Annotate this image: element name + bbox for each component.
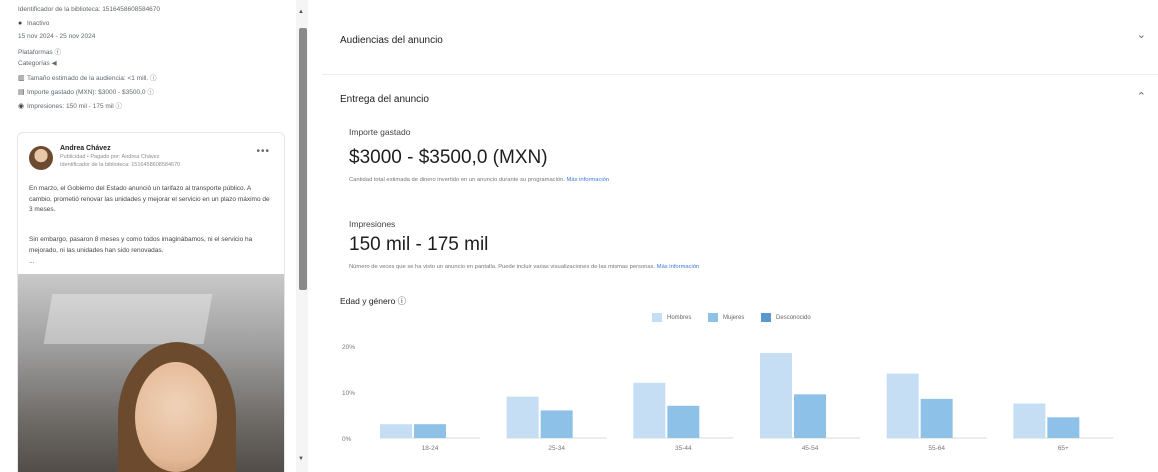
bar-hombres-18-24[interactable]	[380, 424, 412, 438]
ad-body-ellipsis: ...	[29, 258, 35, 265]
impressions-text: Impresiones: 150 mil - 175 mil	[27, 103, 114, 110]
sponsored-label: Publicidad • Pagado por: Andrea Chávez	[60, 154, 160, 160]
bar-mujeres-25-34[interactable]	[540, 410, 573, 438]
bar-hombres-35-44[interactable]	[633, 382, 666, 438]
impressions-desc-text: Número de veces que se ha visto un anunc…	[349, 264, 656, 270]
x-tick-label: 35-44	[675, 445, 692, 452]
bar-mujeres-45-54[interactable]	[794, 394, 826, 438]
amount-spent-desc-text: Cantidad total estimada de dinero invert…	[349, 177, 565, 183]
info-icon[interactable]: ⓘ	[116, 103, 123, 110]
audience-size-text: Tamaño estimado de la audiencia: <1 mill…	[27, 75, 149, 82]
money-icon: ▤	[18, 89, 25, 96]
ad-body-paragraph-2: Sin embargo, pasaron 8 meses y como todo…	[29, 236, 253, 254]
status-row: ● Inactivo	[18, 20, 49, 27]
more-options-icon[interactable]: •••	[256, 146, 270, 157]
amount-spent-label: Importe gastado	[349, 127, 411, 137]
platform-facebook-icon: ⓕ	[54, 49, 62, 56]
eye-icon: ◉	[18, 103, 25, 110]
categories-label: Categorías	[18, 60, 50, 67]
more-info-link[interactable]: Más información	[567, 177, 610, 183]
scroll-down-arrow-icon[interactable]: ▼	[298, 456, 304, 462]
age-gender-title-text: Edad y género	[340, 296, 396, 306]
bar-hombres-65+[interactable]	[1013, 403, 1046, 439]
x-tick-label: 25-34	[548, 445, 565, 452]
impressions-row: ◉ Impresiones: 150 mil - 175 mil ⓘ	[18, 100, 122, 110]
bar-mujeres-55-64[interactable]	[920, 398, 953, 438]
bar-hombres-25-34[interactable]	[506, 396, 539, 438]
impressions-description: Número de veces que se ha visto un anunc…	[349, 264, 699, 270]
y-tick-label: 20%	[342, 344, 355, 351]
ad-details-panel: Audiencias del anuncio ⌄ Entrega del anu…	[322, 0, 1158, 472]
legend-item-mujeres[interactable]: Mujeres	[708, 313, 744, 322]
delivery-title: Entrega del anuncio	[340, 94, 429, 105]
people-icon: ▥	[18, 75, 25, 82]
y-tick-label: 0%	[342, 436, 352, 443]
ad-library-id: Identificador de la biblioteca: 15164586…	[60, 162, 181, 168]
amount-spent-row: ▤ Importe gastado (MXN): $3000 - $3500,0 …	[18, 86, 154, 96]
person-face	[135, 362, 217, 472]
x-tick-label: 65+	[1058, 445, 1069, 452]
library-id: Identificador de la biblioteca: 15164586…	[18, 6, 161, 13]
section-divider	[322, 74, 1158, 75]
impressions-value: 150 mil - 175 mil	[349, 234, 489, 255]
legend-label-hombres: Hombres	[667, 314, 692, 321]
ad-library-panel: Identificador de la biblioteca: 15164586…	[0, 0, 292, 472]
date-range: 15 nov 2024 - 25 nov 2024	[18, 33, 96, 40]
legend-label-mujeres: Mujeres	[723, 314, 745, 321]
legend-swatch-desconocido	[761, 313, 772, 322]
amount-spent-description: Cantidad total estimada de dinero invert…	[349, 177, 609, 183]
audience-size-row: ▥ Tamaño estimado de la audiencia: <1 mil…	[18, 72, 157, 82]
bar-mujeres-35-44[interactable]	[667, 405, 700, 438]
y-tick-label: 10%	[342, 390, 355, 397]
age-gender-title: Edad y género ⓘ	[340, 295, 406, 307]
background-light	[43, 294, 213, 344]
amount-spent-value: $3000 - $3500,0 (MXN)	[349, 147, 548, 168]
chevron-up-icon[interactable]: ⌃	[1137, 90, 1146, 103]
amount-spent-text: Importe gastado (MXN): $3000 - $3500,0	[27, 89, 146, 96]
legend-swatch-mujeres	[708, 313, 719, 322]
chart-legend: Hombres Mujeres Desconocido	[652, 313, 826, 325]
info-icon[interactable]: ⓘ	[150, 75, 157, 82]
avatar[interactable]	[29, 146, 53, 170]
legend-label-desconocido: Desconocido	[776, 314, 811, 321]
advertiser-name[interactable]: Andrea Chávez	[60, 145, 111, 152]
x-tick-label: 18-24	[422, 445, 439, 452]
x-tick-label: 55-64	[928, 445, 945, 452]
info-icon[interactable]: ⓘ	[147, 89, 154, 96]
megaphone-icon: ◀	[51, 60, 57, 67]
categories-row: Categorías ◀	[18, 59, 57, 67]
platforms-row: Plataformas ⓕ	[18, 46, 61, 56]
info-icon[interactable]: ⓘ	[398, 296, 407, 306]
scrollbar-thumb[interactable]	[299, 28, 307, 290]
legend-item-desconocido[interactable]: Desconocido	[761, 313, 811, 322]
bar-hombres-55-64[interactable]	[886, 373, 919, 438]
ad-preview-card: Andrea Chávez Publicidad • Pagado por: A…	[17, 132, 285, 472]
more-info-link[interactable]: Más información	[657, 264, 700, 270]
x-tick-label: 45-54	[802, 445, 819, 452]
ad-body-paragraph-1: En marzo, el Gobierno del Estado anunció…	[29, 185, 270, 213]
chevron-down-icon[interactable]: ⌄	[1137, 28, 1146, 41]
inactive-status-icon: ●	[18, 20, 23, 27]
bar-mujeres-65+[interactable]	[1047, 417, 1080, 438]
scroll-up-arrow-icon[interactable]: ▲	[298, 9, 304, 15]
delivery-section-header[interactable]: Entrega del anuncio ⌃	[322, 78, 1158, 136]
age-gender-bar-chart: 0% 10% 20% 18-24 25-34 35-44 45-54 55-64 65+	[342, 344, 1114, 452]
platforms-label: Plataformas	[18, 49, 53, 56]
audiences-section-header[interactable]: Audiencias del anuncio ⌄	[322, 10, 1158, 68]
legend-swatch-hombres	[652, 313, 662, 322]
status-text: Inactivo	[27, 20, 50, 27]
audiences-title: Audiencias del anuncio	[340, 35, 443, 46]
ad-video-thumbnail[interactable]	[18, 274, 284, 472]
impressions-label: Impresiones	[349, 219, 396, 229]
legend-item-hombres[interactable]: Hombres	[652, 313, 691, 322]
bar-mujeres-18-24[interactable]	[414, 424, 446, 438]
bar-hombres-45-54[interactable]	[760, 352, 792, 438]
